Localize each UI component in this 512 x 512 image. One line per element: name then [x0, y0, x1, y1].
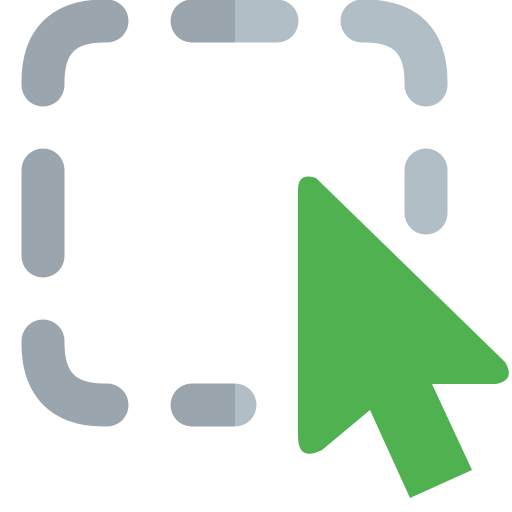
select-area-cursor-icon: [21, 0, 509, 498]
select-area-icon-canvas: [0, 0, 512, 512]
pointer-cursor-icon: [298, 176, 509, 498]
dash-bottom-left-corner: [21, 319, 129, 427]
dash-top-right-corner: [340, 0, 448, 107]
dash-top-left-corner: [21, 0, 129, 107]
selection-dashes-dark: [21, 0, 235, 427]
